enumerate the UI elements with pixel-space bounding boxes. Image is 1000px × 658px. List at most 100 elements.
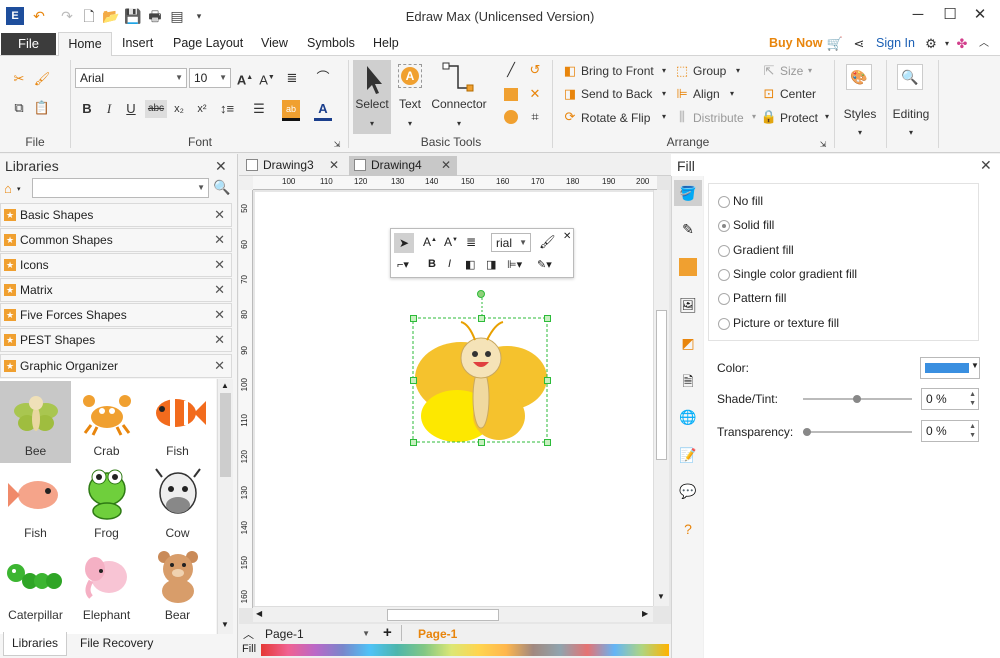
sign-in-link[interactable]: Sign In [876, 36, 915, 50]
scroll-up-icon[interactable]: ▲ [221, 381, 229, 390]
font-color-icon[interactable]: A [314, 100, 332, 118]
format-painter-icon[interactable]: 🖌 [33, 70, 51, 88]
print-icon[interactable]: 🖶 [146, 7, 164, 25]
home-dropdown-icon[interactable]: ▾ [17, 185, 21, 193]
resize-handle[interactable] [544, 377, 551, 384]
gallery-scrollbar[interactable]: ▲ ▼ [217, 379, 233, 634]
library-item-pest[interactable]: ★ PEST Shapes ✕ [0, 328, 232, 352]
line-panel-icon[interactable]: ✎ [679, 220, 697, 238]
option-no-fill[interactable]: No fill [733, 194, 763, 208]
close-fill-panel-icon[interactable]: ✕ [980, 157, 992, 174]
library-item-icons[interactable]: ★ Icons ✕ [0, 253, 232, 277]
color-picker-button[interactable]: ▼ [920, 357, 980, 379]
scroll-right-icon[interactable]: ▶ [642, 609, 648, 618]
minimize-button[interactable]: ─ [904, 4, 932, 26]
shape-frog[interactable]: Frog [71, 463, 142, 545]
rotate-flip-icon[interactable]: ⟳ [561, 108, 579, 126]
scroll-left-icon[interactable]: ◀ [256, 609, 262, 618]
underline-icon[interactable]: U [122, 100, 140, 118]
connector-tool-icon[interactable] [440, 62, 476, 92]
bring-to-front-icon[interactable]: ◧ [561, 62, 579, 80]
paste-icon[interactable]: 📋 [33, 99, 51, 117]
size-dropdown-icon[interactable]: ▾ [801, 62, 819, 80]
doc-tab-drawing4[interactable]: Drawing4 ✕ [349, 156, 457, 176]
group-button[interactable]: Group [693, 64, 726, 78]
superscript-icon[interactable]: x² [193, 100, 211, 118]
option-picture-texture-fill[interactable]: Picture or texture fill [733, 316, 839, 330]
subscript-icon[interactable]: x₂ [170, 100, 188, 118]
library-item-common-shapes[interactable]: ★ Common Shapes ✕ [0, 228, 232, 252]
resize-handle[interactable] [478, 439, 485, 446]
strikethrough-icon[interactable]: abc [145, 100, 167, 118]
scroll-thumb[interactable] [220, 393, 231, 477]
radio-single-color-gradient[interactable] [718, 269, 730, 281]
rotate-flip-button[interactable]: Rotate & Flip [581, 111, 650, 125]
shape-fish-clown[interactable]: Fish [142, 381, 213, 463]
radio-gradient-fill[interactable] [718, 245, 730, 257]
add-page-icon[interactable]: + [383, 624, 392, 641]
help-icon[interactable]: ? [679, 520, 697, 538]
image-panel-icon[interactable]: 🖼 [679, 296, 697, 314]
shape-bee[interactable]: Bee [0, 381, 71, 463]
redo-icon[interactable]: ↷ [58, 7, 76, 25]
library-item-five-forces[interactable]: ★ Five Forces Shapes ✕ [0, 303, 232, 327]
tab-libraries[interactable]: Libraries [3, 632, 67, 656]
search-icon[interactable]: 🔍 [213, 179, 230, 196]
shape-fish-pink[interactable]: Fish [0, 463, 71, 545]
library-item-basic-shapes[interactable]: ★ Basic Shapes ✕ [0, 203, 232, 227]
line-spacing-icon[interactable]: ↕≡ [218, 100, 236, 118]
canvas-vertical-scrollbar[interactable]: ▼ [653, 190, 669, 606]
italic-icon[interactable]: I [100, 100, 118, 118]
editing-search-icon[interactable]: 🔍 [897, 64, 923, 90]
send-to-back-button[interactable]: Send to Back [581, 87, 652, 101]
copy-icon[interactable]: ⧉ [10, 99, 28, 117]
font-name-combo[interactable]: Arial ▼ [75, 68, 187, 88]
close-icon[interactable]: ✕ [214, 279, 225, 301]
text-dropdown-icon[interactable]: ▾ [401, 115, 419, 133]
close-icon[interactable]: ✕ [441, 156, 451, 174]
rotate-handle[interactable] [477, 290, 485, 298]
decrease-font-icon[interactable]: A▼ [258, 69, 276, 87]
tab-page-layout[interactable]: Page Layout [173, 36, 243, 50]
send-to-back-icon[interactable]: ◨ [561, 85, 579, 103]
quick-access-dropdown-icon[interactable]: ▾ [190, 7, 208, 25]
bring-to-front-button[interactable]: Bring to Front [581, 64, 654, 78]
arrange-dialog-launcher-icon[interactable]: ⇲ [818, 136, 828, 154]
tab-insert[interactable]: Insert [122, 36, 153, 50]
option-gradient-fill[interactable]: Gradient fill [733, 243, 794, 257]
mini-select-icon[interactable]: ➤ [394, 233, 414, 253]
mini-font-combo[interactable]: rial ▼ [491, 233, 531, 252]
buy-now-link[interactable]: Buy Now [769, 36, 822, 50]
resize-handle[interactable] [410, 315, 417, 322]
open-file-icon[interactable]: 📂 [102, 7, 120, 25]
new-file-icon[interactable]: 🗋 [80, 7, 98, 25]
pen-tool-icon[interactable]: ✕ [526, 85, 544, 103]
transparency-stepper[interactable]: 0 % ▲ ▼ [921, 420, 979, 442]
shade-tint-stepper[interactable]: 0 % ▲ ▼ [921, 388, 979, 410]
size-icon[interactable]: ⇱ [760, 62, 778, 80]
shade-slider-thumb[interactable] [853, 395, 861, 403]
increase-font-icon[interactable]: A▲ [236, 69, 254, 87]
shape-elephant[interactable]: Elephant [71, 545, 142, 627]
tab-symbols[interactable]: Symbols [307, 36, 355, 50]
transparency-slider-thumb[interactable] [803, 428, 811, 436]
radio-picture-texture-fill[interactable] [718, 318, 730, 330]
theme-icon[interactable]: ✤ [953, 35, 971, 53]
tab-file-recovery[interactable]: File Recovery [80, 636, 153, 650]
resize-handle[interactable] [410, 377, 417, 384]
size-button[interactable]: Size [780, 64, 803, 78]
export-icon[interactable]: ▤ [168, 7, 186, 25]
shape-bear[interactable]: Bear [142, 545, 213, 627]
distribute-button[interactable]: Distribute [693, 111, 744, 125]
transparency-slider-track[interactable] [803, 431, 912, 433]
canvas-horizontal-scrollbar[interactable]: ◀ ▶ [253, 606, 653, 622]
mini-connector-icon[interactable]: ⌐▾ [397, 258, 409, 271]
radio-solid-fill[interactable] [718, 220, 730, 232]
center-button[interactable]: Center [780, 87, 816, 101]
connector-dropdown-icon[interactable]: ▾ [450, 115, 468, 133]
file-menu-tab[interactable]: File [1, 33, 56, 55]
tab-help[interactable]: Help [373, 36, 399, 50]
radio-no-fill[interactable] [718, 196, 730, 208]
radio-pattern-fill[interactable] [718, 293, 730, 305]
align-button[interactable]: Align [693, 87, 720, 101]
